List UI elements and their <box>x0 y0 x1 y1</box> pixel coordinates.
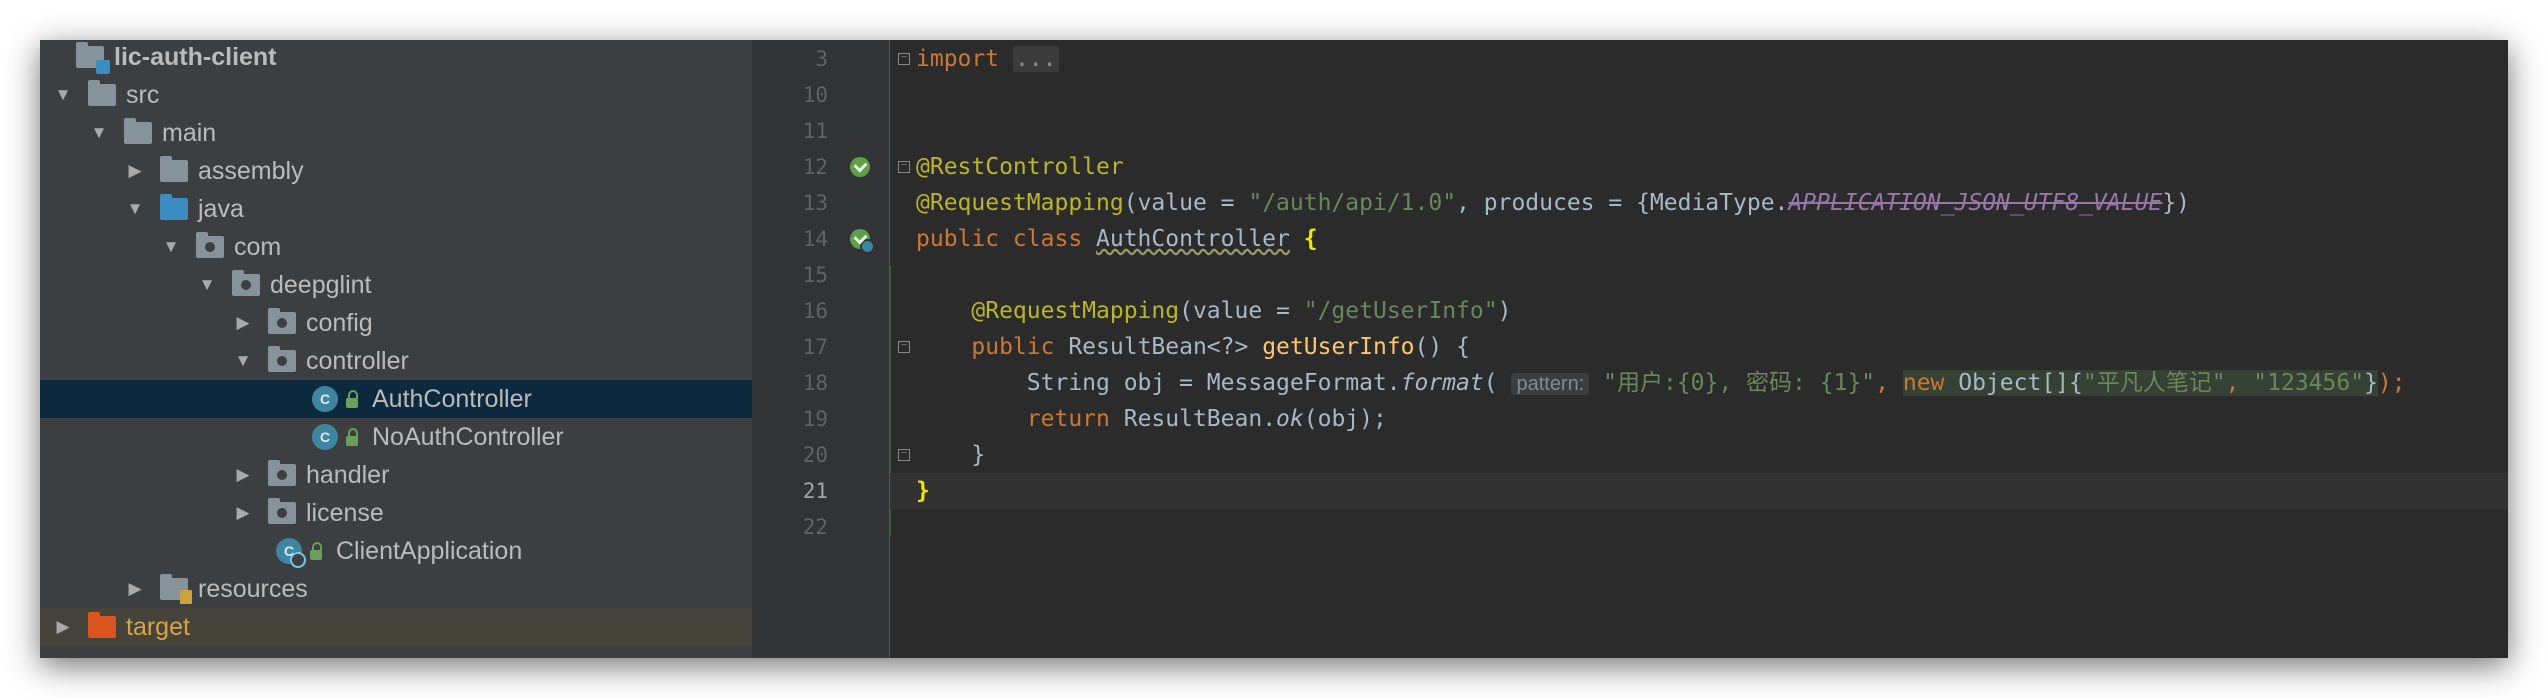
tree-item-label: java <box>198 194 244 223</box>
package-icon <box>268 498 296 524</box>
collapse-arrow-icon[interactable]: ▶ <box>232 503 254 523</box>
tree-item-assembly[interactable]: ▶ assembly <box>40 152 752 190</box>
resources-folder-icon <box>160 574 192 604</box>
code-line-18: String obj = MessageFormat.format( patte… <box>1026 370 2406 396</box>
lock-icon <box>346 390 358 408</box>
tree-item-auth-controller[interactable]: C AuthController <box>40 380 752 418</box>
tree-item-license[interactable]: ▶ license <box>40 494 752 532</box>
tree-item-main[interactable]: ▼ main <box>40 114 752 152</box>
tree-item-config[interactable]: ▶ config <box>40 304 752 342</box>
tree-item-resources[interactable]: ▶ resources <box>40 570 752 608</box>
tree-item-label: assembly <box>198 156 304 185</box>
package-icon <box>232 270 260 296</box>
line-number: 13 <box>802 191 828 215</box>
code-line-14: public class AuthController { <box>916 226 1318 252</box>
line-number: 19 <box>802 407 828 431</box>
collapse-arrow-icon[interactable]: ▶ <box>124 161 146 181</box>
line-number: 22 <box>802 515 828 539</box>
tree-item-noauth-controller[interactable]: C NoAuthController <box>40 418 752 456</box>
tree-item-com[interactable]: ▼ com <box>40 228 752 266</box>
code-line-20: } <box>916 442 986 468</box>
line-number-current: 21 <box>802 479 828 503</box>
package-icon <box>268 346 296 372</box>
line-number: 20 <box>802 443 828 467</box>
tree-item-label: deepglint <box>270 270 372 299</box>
tree-item-label: AuthController <box>372 384 532 413</box>
tree-item-label: license <box>306 498 384 527</box>
collapse-arrow-icon[interactable]: ▶ <box>124 579 146 599</box>
tree-item-label: ClientApplication <box>336 536 523 565</box>
expand-arrow-icon[interactable]: ▼ <box>232 351 254 371</box>
code-line-21-current: } <box>890 473 2508 509</box>
expand-arrow-icon[interactable]: ▼ <box>124 199 146 219</box>
collapse-arrow-icon[interactable]: ▶ <box>232 465 254 485</box>
ide-window: lic-auth-client ▼ src ▼ main ▶ assembly … <box>40 40 2508 658</box>
spring-boot-class-icon: C <box>276 538 306 568</box>
tree-item-src[interactable]: ▼ src <box>40 76 752 114</box>
lock-icon <box>310 542 322 560</box>
tree-item-label: src <box>126 80 160 109</box>
tree-item-label: controller <box>306 346 409 375</box>
source-folder-icon <box>160 194 188 220</box>
tree-item-target[interactable]: ▶ target <box>40 608 752 646</box>
line-number: 12 <box>802 155 828 179</box>
tree-item-label: NoAuthController <box>372 422 564 451</box>
tree-item-controller[interactable]: ▼ controller <box>40 342 752 380</box>
folder-icon <box>160 156 188 182</box>
expand-arrow-icon[interactable]: ▼ <box>52 85 74 105</box>
line-number: 18 <box>802 371 828 395</box>
line-number: 10 <box>802 83 828 107</box>
class-icon: C <box>312 424 338 450</box>
tree-item-client-application[interactable]: C ClientApplication <box>40 532 752 570</box>
folded-imports[interactable]: ... <box>1012 46 1059 72</box>
tree-item-java[interactable]: ▼ java <box>40 190 752 228</box>
code-line-17: public ResultBean<?> getUserInfo() { <box>971 334 1470 360</box>
tree-item-label: lic-auth-client <box>114 42 277 71</box>
tree-item-label: target <box>126 612 190 641</box>
collapse-arrow-icon[interactable]: ▶ <box>232 313 254 333</box>
spring-bean-class-icon[interactable] <box>850 229 875 254</box>
parameter-hint: pattern: <box>1511 373 1590 395</box>
excluded-folder-icon <box>88 612 116 638</box>
package-icon <box>268 460 296 486</box>
tree-item-handler[interactable]: ▶ handler <box>40 456 752 494</box>
code-line-19: return ResultBean.ok(obj); <box>1026 406 1387 432</box>
tree-item-label: main <box>162 118 217 147</box>
tree-item-deepglint[interactable]: ▼ deepglint <box>40 266 752 304</box>
package-icon <box>196 232 224 258</box>
class-icon: C <box>312 386 338 412</box>
code-editor[interactable]: import ... @RestController @RequestMappi… <box>890 40 2508 658</box>
line-number: 14 <box>802 227 828 251</box>
line-number: 15 <box>802 263 828 287</box>
module-folder-icon <box>76 42 110 74</box>
line-number: 3 <box>815 47 828 71</box>
code-line-13: @RequestMapping(value = "/auth/api/1.0",… <box>916 190 2190 216</box>
folder-icon <box>88 80 116 106</box>
tree-item-label: config <box>306 308 373 337</box>
package-icon <box>268 308 296 334</box>
tree-item-label: resources <box>198 574 308 603</box>
line-number: 16 <box>802 299 828 323</box>
folder-icon <box>124 118 152 144</box>
tree-item-label: handler <box>306 460 390 489</box>
code-line-16: @RequestMapping(value = "/getUserInfo") <box>971 298 1512 324</box>
tree-item-label: com <box>234 232 282 261</box>
lock-icon <box>346 428 358 446</box>
line-number: 11 <box>802 119 828 143</box>
expand-arrow-icon[interactable]: ▼ <box>88 123 110 143</box>
line-number: 17 <box>802 335 828 359</box>
spring-bean-icon[interactable] <box>850 157 870 177</box>
tree-item-root[interactable]: lic-auth-client <box>40 40 752 76</box>
code-line-3: import ... <box>916 46 1059 72</box>
expand-arrow-icon[interactable]: ▼ <box>160 237 182 257</box>
project-tree: lic-auth-client ▼ src ▼ main ▶ assembly … <box>40 40 752 658</box>
highlighted-expression: new Object[]{"平凡人笔记", "123456"} <box>1902 370 2378 396</box>
expand-arrow-icon[interactable]: ▼ <box>196 275 218 295</box>
code-line-12: @RestController <box>916 154 1124 180</box>
collapse-arrow-icon[interactable]: ▶ <box>52 617 74 637</box>
